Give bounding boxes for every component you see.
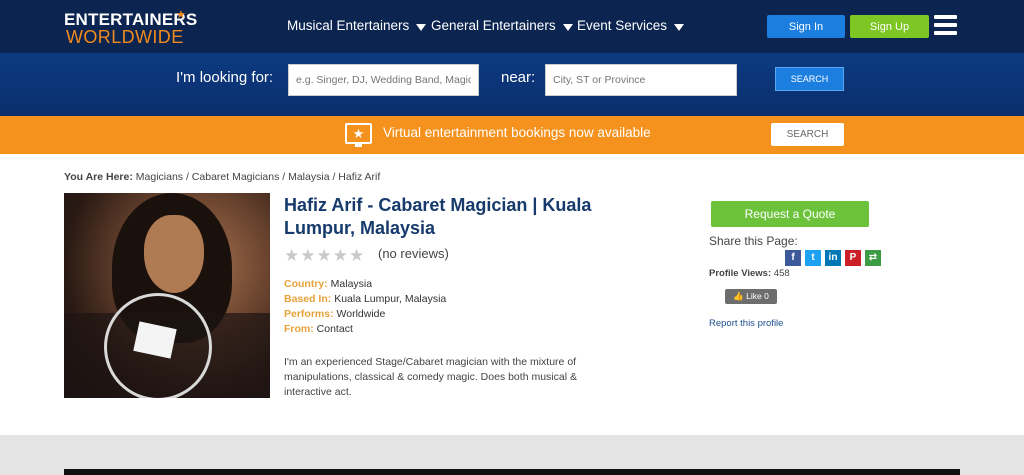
report-profile-link[interactable]: Report this profile xyxy=(709,318,783,329)
rating-stars: ★ ★ ★ ★ ★ xyxy=(284,246,364,266)
star-icon: ★ xyxy=(300,246,316,265)
looking-for-label: I'm looking for: xyxy=(176,69,274,86)
search-bar: I'm looking for: near: SEARCH xyxy=(0,53,1024,116)
chevron-down-icon xyxy=(562,23,573,31)
fact-based-in: Based In: Kuala Lumpur, Malaysia xyxy=(284,293,447,305)
facebook-like-button[interactable]: 👍 Like 0 xyxy=(725,289,777,304)
breadcrumb-path[interactable]: Magicians / Cabaret Magicians / Malaysia… xyxy=(136,171,381,183)
fact-from: From: Contact xyxy=(284,323,353,335)
profile-photo xyxy=(64,193,270,398)
chevron-down-icon xyxy=(674,23,685,31)
linkedin-icon[interactable]: in xyxy=(825,250,841,266)
banner-text: Virtual entertainment bookings now avail… xyxy=(383,125,651,140)
hamburger-icon[interactable] xyxy=(934,15,957,37)
pinterest-icon[interactable]: P xyxy=(845,250,861,266)
breadcrumb-prefix: You Are Here: xyxy=(64,171,133,183)
sign-in-button[interactable]: Sign In xyxy=(767,15,845,38)
profile-title: Hafiz Arif - Cabaret Magician | Kuala Lu… xyxy=(284,195,592,238)
views-value: 458 xyxy=(773,268,790,279)
fact-performs: Performs: Worldwide xyxy=(284,308,386,320)
tv-star-icon: ★ xyxy=(345,123,372,147)
nav-general-entertainers[interactable]: General Entertainers xyxy=(431,18,573,33)
site-logo[interactable]: ENTERTAINERS WORLDWIDE ★ xyxy=(64,9,197,47)
nav-label: General Entertainers xyxy=(431,18,556,33)
reviews-count[interactable]: (no reviews) xyxy=(378,246,449,261)
nav-event-services[interactable]: Event Services xyxy=(577,18,685,33)
star-icon: ★ xyxy=(284,246,300,265)
profile-views: Profile Views: 458 xyxy=(709,268,790,279)
share-icons: f t in P ⇄ xyxy=(785,250,881,266)
profile-facts: Country: Malaysia Based In: Kuala Lumpur… xyxy=(284,277,446,337)
fact-country: Country: Malaysia xyxy=(284,278,373,290)
logo-line-2: WORLDWIDE xyxy=(66,27,184,47)
star-icon: ★ xyxy=(349,246,365,265)
nav-musical-entertainers[interactable]: Musical Entertainers xyxy=(287,18,427,33)
more-share-icon[interactable]: ⇄ xyxy=(865,250,881,266)
banner-search-button[interactable]: SEARCH xyxy=(771,123,844,146)
search-button[interactable]: SEARCH xyxy=(775,67,844,91)
star-icon: ★ xyxy=(316,246,332,265)
profile-bio: I'm an experienced Stage/Cabaret magicia… xyxy=(284,356,577,398)
chevron-down-icon xyxy=(416,23,427,31)
share-label: Share this Page: xyxy=(709,234,798,248)
facebook-icon[interactable]: f xyxy=(785,250,801,266)
twitter-icon[interactable]: t xyxy=(805,250,821,266)
logo-star-icon: ★ xyxy=(176,9,186,21)
top-navbar: ENTERTAINERS WORLDWIDE ★ Musical Enterta… xyxy=(0,0,1024,53)
sign-up-button[interactable]: Sign Up xyxy=(850,15,929,38)
search-location-input[interactable] xyxy=(545,64,737,96)
nav-label: Event Services xyxy=(577,18,668,33)
media-strip xyxy=(64,469,960,475)
search-what-input[interactable] xyxy=(288,64,479,96)
virtual-bookings-banner: ★ Virtual entertainment bookings now ava… xyxy=(0,116,1024,154)
near-label: near: xyxy=(501,69,536,86)
views-label: Profile Views: xyxy=(709,268,772,279)
breadcrumb: You Are Here: Magicians / Cabaret Magici… xyxy=(64,171,380,183)
request-quote-button[interactable]: Request a Quote xyxy=(711,201,869,227)
nav-label: Musical Entertainers xyxy=(287,18,410,33)
star-icon: ★ xyxy=(332,246,348,265)
